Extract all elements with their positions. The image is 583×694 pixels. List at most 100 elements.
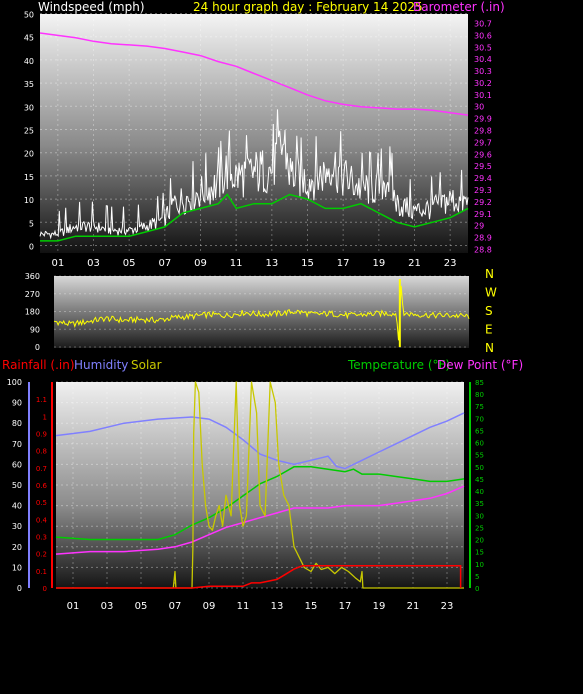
temp-y-tick-label: 50 [475,464,484,472]
temp-y-tick-label: 35 [475,500,484,508]
wind-x-tick-label: 19 [372,258,385,269]
temp-y-tick-label: 70 [475,415,484,423]
barometer-y-tick-label: 29.4 [474,174,492,183]
wind-y-tick-label: 10 [24,196,34,205]
wind-x-tick-label: 15 [301,258,314,269]
temp-y-tick-label: 0 [475,585,479,593]
rain-y-tick-label: 0.9 [36,431,47,439]
temp-y-tick-label: 80 [475,391,484,399]
climate-x-tick-label: 01 [67,601,80,612]
temp-y-tick-label: 25 [475,524,484,532]
climate-x-tick-label: 19 [373,601,386,612]
dewpoint-legend: Dew Point (°F) [437,358,523,372]
barometer-y-tick-label: 30.4 [474,55,492,64]
wind-x-tick-label: 09 [194,258,207,269]
rain-y-tick-label: 0.2 [36,551,47,559]
weather-graph-canvas: Windspeed (mph) 24 hour graph day : Febr… [2,0,523,612]
chart-title: 24 hour graph day : February 14 2025 [193,0,423,14]
temp-y-tick-label: 85 [475,379,484,387]
barometer-y-tick-label: 30.1 [474,91,492,100]
climate-x-tick-label: 15 [305,601,318,612]
direction-y-tick-label: 90 [30,325,40,334]
compass-label: W [485,286,497,300]
climate-x-tick-label: 17 [339,601,352,612]
rain-y-tick-label: 1 [43,413,47,421]
solar-legend: Solar [131,358,162,372]
wind-panel-background [40,14,468,253]
temp-y-tick-label: 30 [475,512,484,520]
barometer-y-tick-label: 30.6 [474,31,492,40]
humidity-y-tick-label: 10 [12,563,22,572]
humidity-y-tick-label: 70 [12,440,22,449]
wind-x-tick-label: 23 [444,258,457,269]
barometer-y-tick-label: 29.8 [474,127,492,136]
barometer-y-tick-label: 29.6 [474,150,492,159]
temp-y-tick-label: 40 [475,488,484,496]
compass-label: S [485,304,493,318]
wind-x-tick-label: 11 [230,258,243,269]
climate-x-tick-label: 03 [101,601,114,612]
windspeed-axis-title: Windspeed (mph) [38,0,145,14]
rain-y-tick-label: 0 [43,585,47,593]
wind-x-tick-label: 03 [87,258,100,269]
climate-x-tick-label: 21 [407,601,420,612]
direction-y-tick-label: 0 [35,343,40,352]
wind-y-tick-label: 5 [29,219,34,228]
humidity-y-tick-label: 50 [12,481,22,490]
humidity-y-tick-label: 0 [17,584,22,593]
wind-y-tick-label: 20 [24,150,34,159]
temp-y-tick-label: 65 [475,427,484,435]
humidity-y-tick-label: 90 [12,399,22,408]
barometer-y-tick-label: 29.2 [474,198,492,207]
barometer-y-tick-label: 29.7 [474,138,492,147]
humidity-legend: Humidity [74,358,128,372]
barometer-y-tick-label: 29.3 [474,186,492,195]
rain-y-tick-label: 0.7 [36,465,47,473]
temp-y-tick-label: 55 [475,452,484,460]
humidity-y-tick-label: 60 [12,460,22,469]
barometer-y-tick-label: 29 [474,222,484,231]
rain-y-tick-label: 0.1 [36,568,47,576]
rain-y-tick-label: 0.8 [36,448,47,456]
temperature-legend: Temperature (°F) [347,358,450,372]
compass-label: N [485,267,494,281]
compass-label: E [485,323,493,337]
barometer-y-tick-label: 29.1 [474,210,492,219]
direction-y-tick-label: 180 [25,308,40,317]
temp-y-tick-label: 5 [475,573,479,581]
wind-y-tick-label: 25 [24,127,34,136]
wind-x-tick-label: 17 [337,258,350,269]
wind-x-tick-label: 21 [408,258,421,269]
barometer-y-tick-label: 28.9 [474,234,492,243]
barometer-y-tick-label: 28.8 [474,245,492,254]
barometer-y-tick-label: 30.3 [474,67,492,76]
climate-x-tick-label: 13 [271,601,284,612]
rain-y-tick-label: 0.4 [36,516,48,524]
wind-y-tick-label: 45 [24,34,34,43]
wind-y-tick-label: 30 [24,103,34,112]
temp-y-tick-label: 75 [475,403,484,411]
humidity-y-tick-label: 100 [7,378,22,387]
temp-y-tick-label: 45 [475,476,484,484]
rainfall-legend: Rainfall (.in) [2,358,75,372]
direction-y-tick-label: 270 [25,290,40,299]
rain-y-tick-label: 0.5 [36,499,47,507]
climate-x-tick-label: 05 [135,601,148,612]
temp-y-tick-label: 60 [475,440,484,448]
climate-x-tick-label: 07 [169,601,182,612]
wind-x-tick-label: 01 [51,258,64,269]
barometer-y-tick-label: 29.9 [474,115,492,124]
climate-x-tick-label: 11 [237,601,250,612]
rain-y-tick-label: 0.3 [36,534,47,542]
wind-x-tick-label: 07 [158,258,171,269]
wind-y-tick-label: 50 [24,11,34,20]
climate-x-tick-label: 23 [441,601,454,612]
barometer-axis-title: Barometer (.in) [413,0,505,14]
temp-y-tick-label: 10 [475,561,484,569]
wind-y-tick-label: 0 [29,243,34,252]
wind-y-tick-label: 35 [24,80,34,89]
barometer-y-tick-label: 30.7 [474,20,492,29]
wind-x-tick-label: 13 [265,258,278,269]
humidity-y-tick-label: 40 [12,502,22,511]
barometer-y-tick-label: 30.5 [474,43,492,52]
